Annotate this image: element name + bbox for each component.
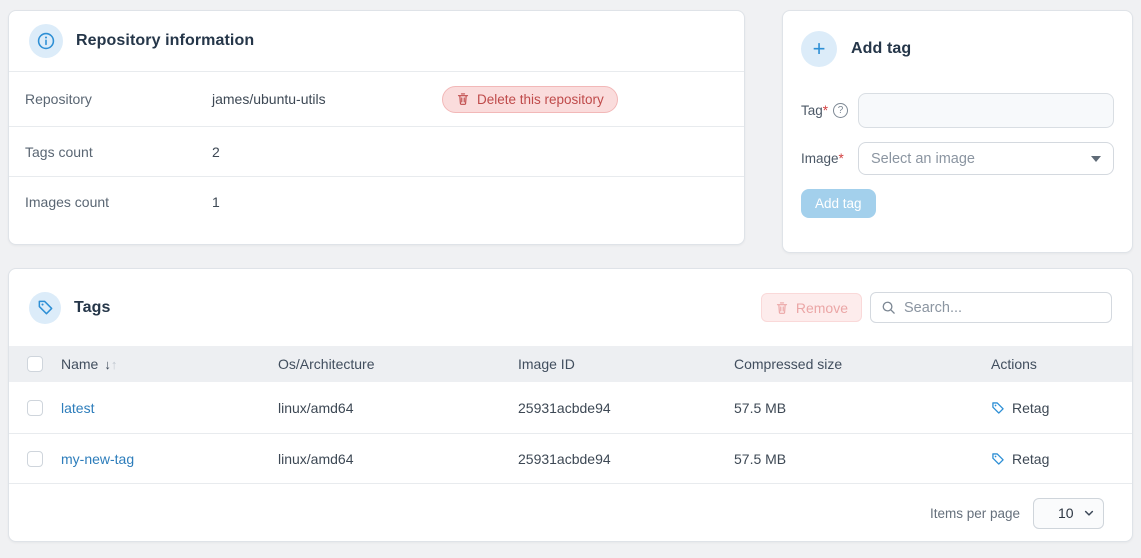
- row-checkbox[interactable]: [27, 451, 43, 467]
- image-select-value: Select an image: [871, 151, 975, 167]
- add-tag-header: + Add tag: [801, 31, 1114, 67]
- items-per-page-label: Items per page: [930, 506, 1020, 521]
- column-header-image-id: Image ID: [518, 356, 734, 372]
- image-id-value: 25931acbde94: [518, 451, 734, 467]
- delete-repository-button[interactable]: Delete this repository: [442, 86, 618, 113]
- items-per-page-select-wrap: 10: [1033, 498, 1104, 529]
- repository-row: Repository james/ubuntu-utils Delete thi…: [9, 71, 744, 126]
- tags-count-label: Tags count: [25, 144, 212, 160]
- tag-icon: [29, 292, 61, 324]
- images-count-row: Images count 1: [9, 176, 744, 226]
- table-header: Name↓↑ Os/Architecture Image ID Compress…: [9, 346, 1132, 382]
- plus-icon: +: [801, 31, 837, 67]
- size-value: 57.5 MB: [734, 451, 991, 467]
- table-row: my-new-tag linux/amd64 25931acbde94 57.5…: [9, 434, 1132, 484]
- os-arch-value: linux/amd64: [278, 451, 518, 467]
- add-tag-title: Add tag: [851, 40, 911, 58]
- info-icon: [29, 24, 63, 58]
- tags-card: Tags Remove: [8, 268, 1133, 542]
- trash-icon: [456, 92, 470, 106]
- size-value: 57.5 MB: [734, 400, 991, 416]
- retag-button[interactable]: Retag: [991, 400, 1132, 416]
- tags-title: Tags: [74, 299, 111, 317]
- table-row: latest linux/amd64 25931acbde94 57.5 MB …: [9, 382, 1132, 434]
- repository-info-card: Repository information Repository james/…: [8, 10, 745, 245]
- required-marker: *: [839, 151, 844, 166]
- tag-name-link[interactable]: my-new-tag: [61, 451, 134, 467]
- image-id-value: 25931acbde94: [518, 400, 734, 416]
- image-select[interactable]: Select an image: [858, 142, 1114, 175]
- tags-count-value: 2: [212, 144, 442, 160]
- column-header-os-arch: Os/Architecture: [278, 356, 518, 372]
- tag-icon: [991, 401, 1005, 415]
- tag-field-row: Tag* ?: [801, 93, 1114, 128]
- add-tag-card: + Add tag Tag* ? Image* Select an image: [782, 10, 1133, 253]
- tag-name-input[interactable]: [858, 93, 1114, 128]
- select-all-checkbox[interactable]: [27, 356, 43, 372]
- image-field-row: Image* Select an image: [801, 142, 1114, 175]
- add-tag-submit-button[interactable]: Add tag: [801, 189, 876, 218]
- help-icon[interactable]: ?: [833, 103, 848, 118]
- tags-count-row: Tags count 2: [9, 126, 744, 176]
- retag-button[interactable]: Retag: [991, 451, 1132, 467]
- search-input[interactable]: [904, 300, 1101, 316]
- row-checkbox[interactable]: [27, 400, 43, 416]
- column-header-name[interactable]: Name↓↑: [61, 356, 278, 372]
- delete-repository-label: Delete this repository: [477, 92, 604, 107]
- remove-button[interactable]: Remove: [761, 293, 862, 322]
- image-field-label: Image*: [801, 151, 858, 166]
- search-box: [870, 292, 1112, 323]
- trash-icon: [775, 301, 789, 315]
- images-count-label: Images count: [25, 194, 212, 210]
- items-per-page-select[interactable]: 10: [1033, 498, 1104, 529]
- retag-label: Retag: [1012, 400, 1049, 416]
- column-header-size: Compressed size: [734, 356, 991, 372]
- repository-info-header: Repository information: [9, 11, 744, 71]
- remove-button-label: Remove: [796, 300, 848, 316]
- repository-value: james/ubuntu-utils: [212, 91, 442, 107]
- required-marker: *: [823, 103, 828, 118]
- os-arch-value: linux/amd64: [278, 400, 518, 416]
- repository-info-title: Repository information: [76, 32, 254, 50]
- search-icon: [881, 300, 896, 315]
- column-header-actions: Actions: [991, 356, 1132, 372]
- caret-down-icon: [1091, 156, 1101, 162]
- tags-card-header: Tags Remove: [9, 269, 1132, 346]
- tag-name-link[interactable]: latest: [61, 400, 94, 416]
- retag-label: Retag: [1012, 451, 1049, 467]
- tag-icon: [991, 452, 1005, 466]
- images-count-value: 1: [212, 194, 442, 210]
- tag-field-label: Tag* ?: [801, 103, 858, 118]
- repository-label: Repository: [25, 91, 212, 107]
- sort-asc-icon: ↑: [111, 357, 118, 372]
- table-footer: Items per page 10: [9, 484, 1132, 542]
- page: Repository information Repository james/…: [0, 0, 1141, 542]
- top-row: Repository information Repository james/…: [8, 10, 1133, 253]
